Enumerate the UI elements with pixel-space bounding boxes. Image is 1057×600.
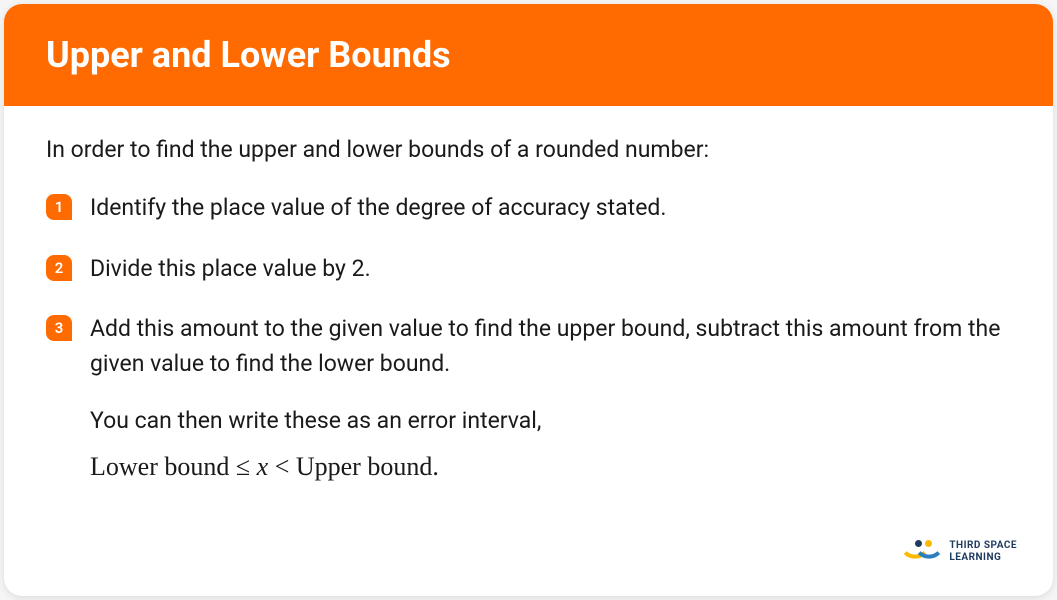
step-item: 2 Divide this place value by 2. (46, 252, 1011, 287)
step-text: Divide this place value by 2. (90, 252, 371, 287)
intro-text: In order to find the upper and lower bou… (46, 136, 1011, 163)
logo-text-line1: THIRD SPACE (949, 540, 1017, 552)
step-number-badge: 1 (46, 194, 72, 220)
step-item: 3 Add this amount to the given value to … (46, 312, 1011, 381)
card-title: Upper and Lower Bounds (46, 34, 1011, 76)
formula-leq: ≤ (236, 452, 250, 481)
card-content: In order to find the upper and lower bou… (4, 106, 1053, 512)
step-number-badge: 2 (46, 255, 72, 281)
card-header: Upper and Lower Bounds (4, 4, 1053, 106)
brand-logo: THIRD SPACE LEARNING (907, 540, 1017, 564)
logo-icon (907, 540, 939, 564)
logo-text-line2: LEARNING (949, 552, 1017, 564)
formula-variable: x (257, 452, 269, 481)
formula-lt: < (275, 452, 290, 481)
info-card: Upper and Lower Bounds In order to find … (4, 4, 1053, 596)
logo-text: THIRD SPACE LEARNING (949, 540, 1017, 564)
step-text: Identify the place value of the degree o… (90, 191, 666, 226)
error-interval-formula: Lower bound ≤ x < Upper bound. (90, 452, 1011, 482)
step-item: 1 Identify the place value of the degree… (46, 191, 1011, 226)
formula-upper: Upper bound. (296, 452, 439, 481)
step-number-badge: 3 (46, 315, 72, 341)
footer-note: You can then write these as an error int… (90, 407, 1011, 434)
formula-lower: Lower bound (90, 452, 229, 481)
step-text: Add this amount to the given value to fi… (90, 312, 1011, 381)
